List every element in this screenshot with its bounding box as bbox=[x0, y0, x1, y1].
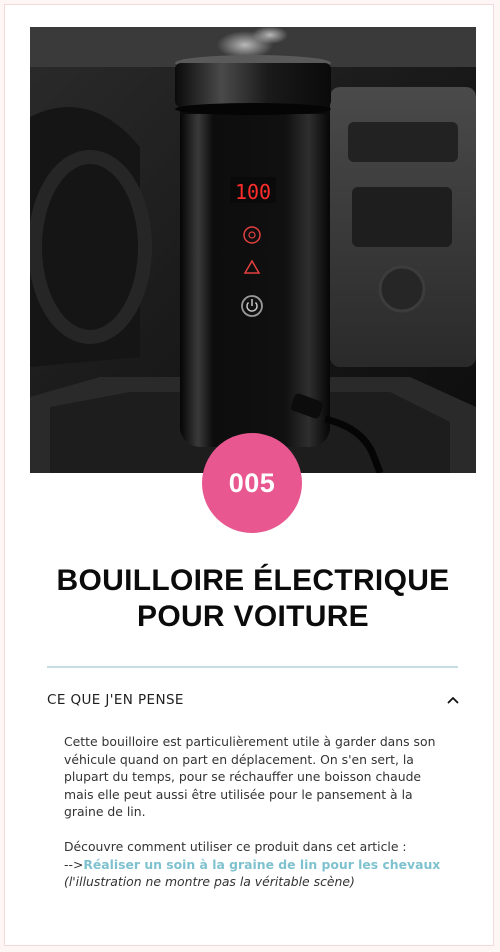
article-link[interactable]: Réaliser un soin à la graine de lin pour… bbox=[83, 857, 440, 872]
product-number: 005 bbox=[228, 467, 276, 498]
description-paragraph: Cette bouilloire est particulièrement ut… bbox=[64, 734, 436, 820]
temperature-display: 100 bbox=[235, 180, 271, 204]
accordion-content: Cette bouilloire est particulièrement ut… bbox=[64, 733, 450, 891]
product-image: 100 bbox=[30, 27, 476, 473]
article-block: Découvre comment utiliser ce produit dan… bbox=[64, 838, 450, 891]
product-title-line1: BOUILLOIRE ÉLECTRIQUE bbox=[56, 564, 450, 597]
kettle-illustration: 100 bbox=[30, 27, 476, 473]
product-number-badge: 005 bbox=[202, 433, 302, 533]
accordion-toggle[interactable]: CE QUE J'EN PENSE bbox=[47, 689, 461, 711]
product-title-line2: POUR VOITURE bbox=[137, 600, 369, 633]
product-title: BOUILLOIRE ÉLECTRIQUE POUR VOITURE bbox=[25, 563, 481, 635]
product-card: 100 005 BOUILLOIRE ÉLECTRIQUE POUR VOITU… bbox=[4, 4, 494, 946]
chevron-up-icon[interactable] bbox=[446, 693, 460, 707]
accordion-header-label: CE QUE J'EN PENSE bbox=[47, 692, 184, 708]
article-intro: Découvre comment utiliser ce produit dan… bbox=[64, 838, 407, 854]
divider bbox=[47, 666, 458, 668]
link-prefix: --> bbox=[64, 856, 84, 872]
illustration-note: (l'illustration ne montre pas la véritab… bbox=[64, 874, 355, 890]
